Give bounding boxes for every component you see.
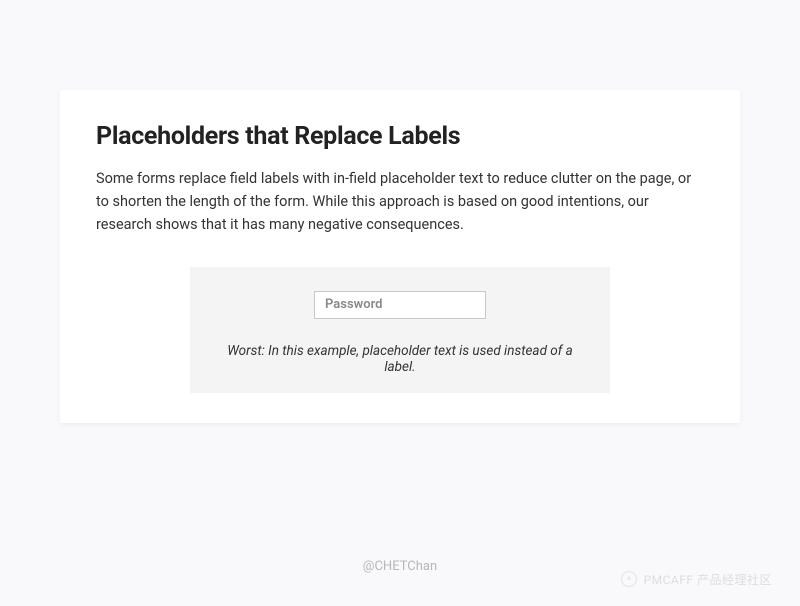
watermark: PMCAFF 产品经理社区 <box>620 570 772 588</box>
article-body: Some forms replace field labels with in-… <box>96 167 704 237</box>
pmcaff-logo-icon <box>620 570 638 588</box>
example-caption: Worst: In this example, placeholder text… <box>210 343 590 375</box>
watermark-text: PMCAFF 产品经理社区 <box>644 571 772 588</box>
password-input[interactable] <box>314 291 486 319</box>
article-title: Placeholders that Replace Labels <box>96 122 704 151</box>
example-box: Worst: In this example, placeholder text… <box>190 267 610 393</box>
article-card: Placeholders that Replace Labels Some fo… <box>60 90 740 423</box>
